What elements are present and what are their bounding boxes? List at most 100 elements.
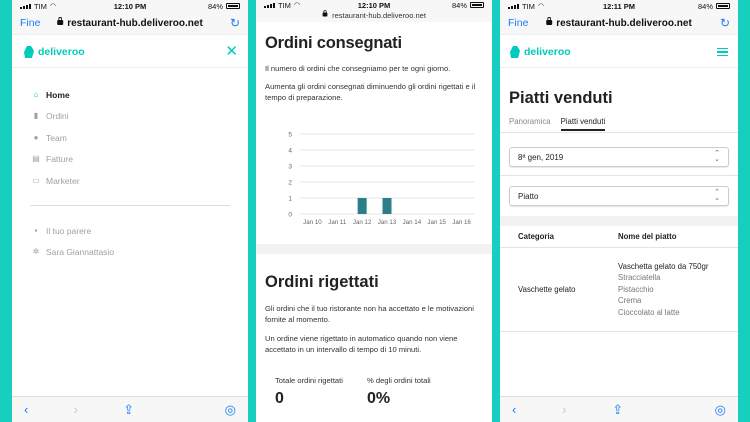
signal-icon bbox=[264, 2, 275, 8]
dish-option: Cioccolato al latte bbox=[618, 307, 680, 317]
rejected-title: Ordini rigettati bbox=[265, 273, 379, 291]
battery-icon bbox=[226, 3, 240, 9]
back-icon[interactable]: ‹ bbox=[24, 402, 28, 417]
browser-toolbar: ‹ › ⇪ ◎ bbox=[12, 396, 248, 422]
url-text[interactable]: restaurant-hub.deliveroo.net bbox=[57, 16, 203, 29]
bar bbox=[357, 198, 367, 214]
nav-item-home[interactable]: ⌂ Home bbox=[32, 84, 236, 106]
nav-label-feedback: Il tuo parere bbox=[46, 225, 92, 236]
status-bar: TIM ◠ 12:11 PM 84% bbox=[500, 0, 738, 12]
x-tick-label: Jan 14 bbox=[403, 219, 422, 226]
delivered-hint: Aumenta gli ordini consegnati diminuendo… bbox=[265, 82, 476, 102]
compass-icon[interactable]: ◎ bbox=[715, 402, 726, 418]
stat-label: Totale ordini rigettati bbox=[275, 376, 343, 385]
rejected-description: Gli ordini che il tuo ristorante non ha … bbox=[265, 304, 474, 324]
y-tick-label: 4 bbox=[288, 148, 292, 155]
tabs: Panoramica Piatti venduti bbox=[509, 117, 606, 131]
stat-value: 0% bbox=[367, 390, 391, 407]
type-select[interactable]: Piatto ⌃ ⌄ bbox=[509, 186, 729, 206]
url-text[interactable]: restaurant-hub.deliveroo.net bbox=[546, 16, 692, 29]
tabs-divider bbox=[500, 132, 738, 133]
stat-percent-rejected: % degli ordini totali 0% bbox=[367, 376, 431, 408]
section-divider bbox=[256, 244, 492, 254]
nav-item-ordini[interactable]: ▮ Ordini bbox=[32, 106, 236, 128]
url-label: restaurant-hub.deliveroo.net bbox=[67, 17, 203, 29]
url-text[interactable]: restaurant-hub.deliveroo.net bbox=[332, 11, 426, 20]
gear-icon: ✲ bbox=[32, 247, 40, 257]
sold-title: Piatti venduti bbox=[509, 89, 613, 107]
deliveroo-kangaroo-icon bbox=[510, 46, 520, 58]
nav-item-team[interactable]: ● Team bbox=[32, 127, 236, 149]
nav-item-account[interactable]: ✲ Sara Giannattasio bbox=[32, 242, 236, 264]
browser-url-bar: Fine restaurant-hub.deliveroo.net ↻ bbox=[12, 12, 248, 34]
nav-label-ordini: Ordini bbox=[46, 111, 69, 122]
column-header-dish: Nome del piatto bbox=[618, 232, 677, 241]
y-tick-label: 0 bbox=[288, 212, 292, 219]
delivered-title: Ordini consegnati bbox=[265, 34, 402, 52]
dish-option: Pistacchio bbox=[618, 284, 654, 294]
lock-icon bbox=[322, 10, 328, 17]
dish-name: Vaschetta gelato da 750gr bbox=[618, 261, 709, 271]
nav-item-feedback[interactable]: ▪ Il tuo parere bbox=[32, 220, 236, 242]
people-icon: ● bbox=[33, 132, 39, 142]
brand-name: deliveroo bbox=[38, 46, 85, 58]
status-bar: TIM ◠ 12:10 PM 84% bbox=[256, 0, 492, 10]
stat-total-rejected: Totale ordini rigettati 0 bbox=[275, 376, 343, 408]
deliveroo-logo[interactable]: deliveroo bbox=[510, 46, 571, 58]
battery-icon bbox=[470, 2, 484, 8]
done-button[interactable]: Fine bbox=[508, 17, 528, 29]
reload-icon[interactable]: ↻ bbox=[720, 16, 730, 30]
cell-dish: Vaschetta gelato da 750gr Stracciatella … bbox=[618, 261, 708, 319]
share-icon[interactable]: ⇪ bbox=[612, 402, 623, 418]
marketer-icon: ▭ bbox=[32, 175, 40, 185]
reload-icon[interactable]: ↻ bbox=[230, 16, 240, 30]
tab-dishes-sold[interactable]: Piatti venduti bbox=[560, 117, 606, 131]
delivered-description: Il numero di ordini che consegniamo per … bbox=[265, 64, 451, 73]
battery-icon bbox=[716, 3, 730, 9]
deliveroo-logo[interactable]: deliveroo bbox=[24, 46, 85, 58]
wifi-icon: ◠ bbox=[293, 2, 301, 9]
cell-category: Vaschette gelato bbox=[518, 285, 576, 294]
browser-url-bar: Fine restaurant-hub.deliveroo.net ↻ bbox=[500, 12, 738, 34]
x-tick-label: Jan 13 bbox=[378, 219, 397, 226]
home-icon: ⌂ bbox=[33, 89, 39, 99]
nav-label-fatture: Fatture bbox=[46, 154, 73, 165]
battery-percent: 84% bbox=[207, 1, 223, 11]
secondary-menu: ▪ Il tuo parere ✲ Sara Giannattasio bbox=[32, 220, 236, 263]
dish-option: Stracciatella bbox=[618, 273, 661, 283]
hamburger-menu-icon[interactable] bbox=[717, 47, 728, 57]
clock: 12:11 PM bbox=[602, 1, 636, 11]
chevron-updown-icon: ⌃ ⌄ bbox=[714, 150, 720, 163]
section-divider bbox=[500, 175, 738, 176]
date-select[interactable]: 8ª gen, 2019 ⌃ ⌄ bbox=[509, 147, 729, 167]
type-select-value: Piatto bbox=[518, 191, 539, 201]
menu-divider bbox=[30, 205, 230, 206]
battery-percent: 84% bbox=[451, 0, 467, 10]
brand-name: deliveroo bbox=[524, 46, 571, 58]
nav-label-team: Team bbox=[46, 132, 67, 143]
table-header: Categoria Nome del piatto bbox=[500, 226, 738, 248]
forward-icon[interactable]: › bbox=[562, 402, 566, 417]
tab-overview[interactable]: Panoramica bbox=[509, 117, 551, 131]
done-button[interactable]: Fine bbox=[20, 17, 40, 29]
back-icon[interactable]: ‹ bbox=[512, 402, 516, 417]
y-tick-label: 2 bbox=[288, 180, 292, 187]
forward-icon[interactable]: › bbox=[74, 402, 78, 417]
carrier-name: TIM bbox=[278, 0, 291, 10]
signal-icon bbox=[508, 3, 519, 9]
compass-icon[interactable]: ◎ bbox=[225, 402, 236, 418]
nav-item-marketer[interactable]: ▭ Marketer bbox=[32, 170, 236, 192]
feedback-icon: ▪ bbox=[34, 225, 38, 235]
browser-toolbar: ‹ › ⇪ ◎ bbox=[500, 396, 738, 422]
close-icon[interactable]: ✕ bbox=[225, 44, 238, 59]
nav-item-fatture[interactable]: ▤ Fatture bbox=[32, 149, 236, 171]
carrier-name: TIM bbox=[522, 1, 535, 11]
bar-chart-icon: ▮ bbox=[33, 111, 39, 121]
stat-value: 0 bbox=[275, 390, 284, 407]
carrier-name: TIM bbox=[34, 1, 47, 11]
share-icon[interactable]: ⇪ bbox=[123, 402, 134, 418]
signal-icon bbox=[20, 3, 31, 9]
browser-url-bar: restaurant-hub.deliveroo.net bbox=[256, 10, 492, 22]
x-tick-label: Jan 10 bbox=[303, 219, 322, 226]
status-bar: TIM ◠ 12:10 PM 84% bbox=[12, 0, 248, 12]
